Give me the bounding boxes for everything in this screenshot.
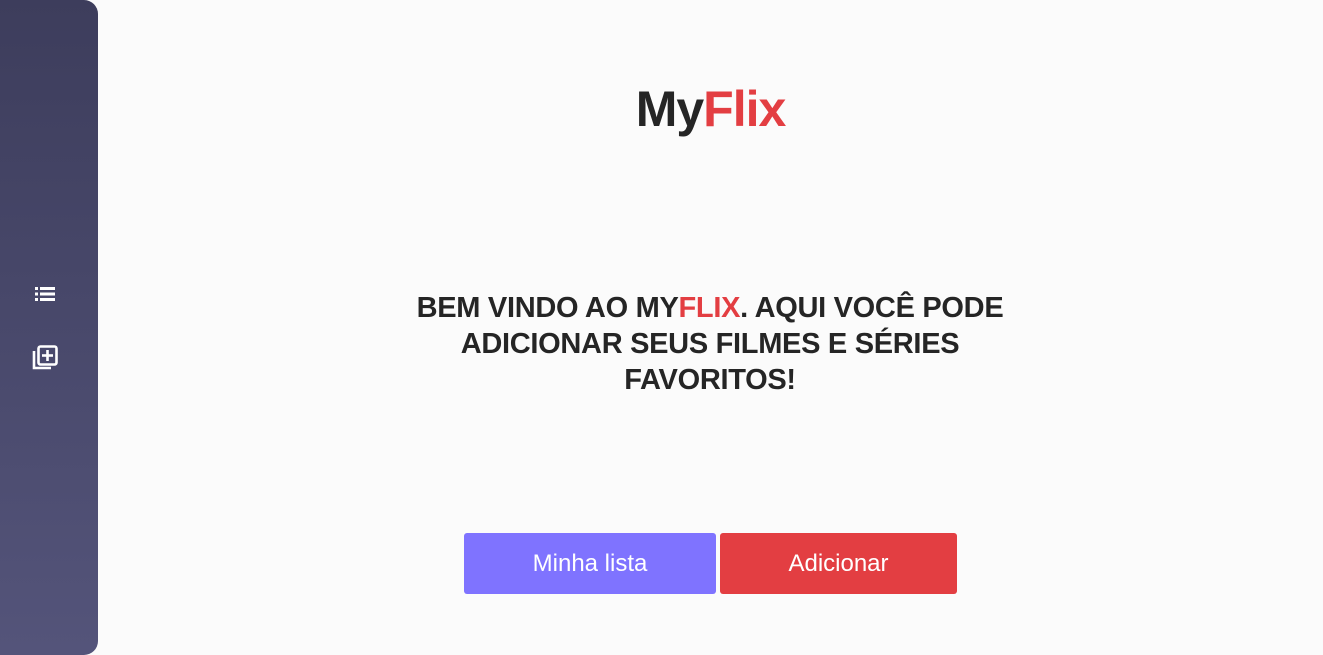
logo-part-my: My xyxy=(635,81,704,137)
welcome-text-start: BEM VINDO AO MY xyxy=(416,292,679,324)
welcome-text-highlight: FLIX xyxy=(678,292,741,324)
welcome-message: BEM VINDO AO MYFLIX. AQUI VOCÊ PODE ADIC… xyxy=(385,290,1035,398)
my-list-button[interactable]: Minha lista xyxy=(464,533,716,594)
add-button[interactable]: Adicionar xyxy=(720,533,957,594)
app-logo: MyFlix xyxy=(98,80,1323,138)
logo-part-flix: Flix xyxy=(703,81,786,137)
library-add-icon[interactable] xyxy=(31,344,59,372)
sidebar xyxy=(0,0,98,655)
list-icon[interactable] xyxy=(31,280,59,308)
